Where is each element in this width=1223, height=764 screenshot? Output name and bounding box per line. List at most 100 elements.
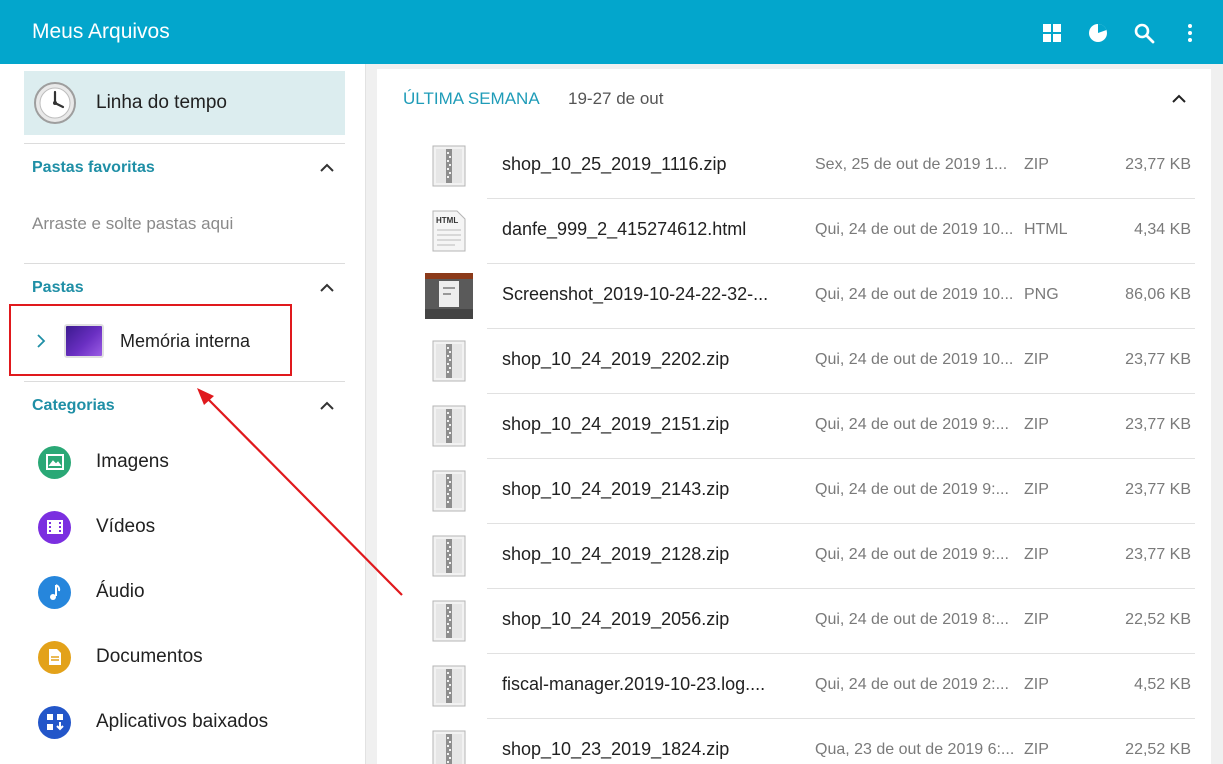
category-audio[interactable]: Áudio: [38, 574, 145, 610]
highlight-box: [9, 304, 292, 376]
favorites-header[interactable]: Pastas favoritas: [32, 153, 337, 183]
category-label: Vídeos: [96, 516, 156, 537]
file-name: shop_10_24_2019_2056.zip: [502, 609, 730, 629]
file-size: 22,52 KB: [1125, 741, 1191, 758]
file-size: 23,77 KB: [1125, 481, 1191, 498]
group-date-range: 19-27 de out: [568, 89, 664, 108]
file-date: Qui, 24 de out de 2019 8:...: [815, 611, 1009, 628]
file-size: 86,06 KB: [1125, 286, 1191, 303]
toolbar-actions: [1021, 18, 1205, 48]
file-name: Screenshot_2019-10-24-22-32-...: [502, 284, 769, 304]
app-bar: Meus Arquivos: [0, 0, 1223, 64]
file-date: Qui, 24 de out de 2019 9:...: [815, 481, 1009, 498]
divider: [24, 143, 345, 144]
chevron-up-icon[interactable]: [317, 278, 337, 298]
zip-file-icon: [431, 405, 467, 447]
images-icon: [38, 445, 71, 479]
file-row[interactable]: shop_10_25_2019_1116.zip Sex, 25 de out …: [425, 134, 1195, 199]
file-size: 23,77 KB: [1125, 546, 1191, 563]
main-content: ÚLTIMA SEMANA 19-27 de out shop_10_25_20…: [366, 64, 1223, 764]
chevron-up-icon[interactable]: [317, 396, 337, 416]
file-row[interactable]: shop_10_24_2019_2056.zip Qui, 24 de out …: [425, 589, 1195, 654]
categories-header[interactable]: Categorias: [32, 391, 337, 421]
file-name: shop_10_25_2019_1116.zip: [502, 154, 727, 174]
file-row[interactable]: HTML danfe_999_2_415274612.html Qui, 24 …: [425, 199, 1195, 264]
file-date: Qui, 24 de out de 2019 2:...: [815, 676, 1009, 693]
file-type: ZIP: [1024, 611, 1049, 628]
audio-icon: [38, 575, 71, 609]
category-label: Imagens: [96, 451, 169, 472]
file-size: 22,52 KB: [1125, 611, 1191, 628]
chevron-up-icon[interactable]: [317, 158, 337, 178]
sidebar: Linha do tempo Pastas favoritas Arraste …: [0, 64, 366, 764]
file-row[interactable]: shop_10_24_2019_2128.zip Qui, 24 de out …: [425, 524, 1195, 589]
svg-text:HTML: HTML: [436, 216, 458, 225]
search-icon[interactable]: [1129, 18, 1159, 48]
file-size: 23,77 KB: [1125, 156, 1191, 173]
zip-file-icon: [431, 600, 467, 642]
file-date: Sex, 25 de out de 2019 1...: [815, 156, 1008, 173]
zip-file-icon: [431, 535, 467, 577]
category-label: Aplicativos baixados: [96, 711, 269, 732]
divider: [24, 381, 345, 382]
image-thumbnail-icon: [425, 273, 473, 319]
file-name: danfe_999_2_415274612.html: [502, 219, 747, 239]
file-date: Qui, 24 de out de 2019 9:...: [815, 546, 1009, 563]
file-name: shop_10_24_2019_2128.zip: [502, 544, 730, 564]
downloaded-apps-icon: [38, 705, 71, 739]
favorites-title: Pastas favoritas: [32, 159, 155, 176]
category-label: Áudio: [96, 581, 145, 602]
file-name: fiscal-manager.2019-10-23.log....: [502, 674, 766, 694]
clock-icon: [33, 81, 77, 125]
html-file-icon: HTML: [431, 210, 467, 252]
grid-view-icon[interactable]: [1037, 18, 1067, 48]
file-row[interactable]: shop_10_23_2019_1824.zip Qua, 23 de out …: [425, 719, 1195, 764]
file-row[interactable]: Screenshot_2019-10-24-22-32-... Qui, 24 …: [425, 264, 1195, 329]
file-type: ZIP: [1024, 481, 1049, 498]
more-options-icon[interactable]: [1175, 18, 1205, 48]
chevron-up-icon[interactable]: [1169, 89, 1189, 109]
videos-icon: [38, 510, 71, 544]
file-name: shop_10_24_2019_2143.zip: [502, 479, 730, 499]
documents-icon: [38, 640, 71, 674]
file-row[interactable]: fiscal-manager.2019-10-23.log.... Qui, 2…: [425, 654, 1195, 719]
timeline-label: Linha do tempo: [96, 92, 227, 113]
category-downloaded-apps[interactable]: Aplicativos baixados: [38, 704, 268, 740]
file-name: shop_10_23_2019_1824.zip: [502, 739, 730, 759]
group-title: ÚLTIMA SEMANA: [403, 89, 540, 108]
file-date: Qua, 23 de out de 2019 6:...: [815, 741, 1015, 758]
file-row[interactable]: shop_10_24_2019_2151.zip Qui, 24 de out …: [425, 394, 1195, 459]
file-size: 4,34 KB: [1134, 221, 1191, 238]
divider: [24, 263, 345, 264]
file-date: Qui, 24 de out de 2019 10...: [815, 286, 1014, 303]
folders-header[interactable]: Pastas: [32, 273, 337, 303]
file-type: ZIP: [1024, 416, 1049, 433]
file-type: ZIP: [1024, 741, 1049, 758]
category-documents[interactable]: Documentos: [38, 639, 203, 675]
timeline-item[interactable]: Linha do tempo: [24, 71, 345, 135]
category-label: Documentos: [96, 646, 203, 667]
file-name: shop_10_24_2019_2151.zip: [502, 414, 730, 434]
categories-title: Categorias: [32, 397, 115, 414]
storage-analysis-icon[interactable]: [1083, 18, 1113, 48]
category-images[interactable]: Imagens: [38, 444, 169, 480]
zip-file-icon: [431, 665, 467, 707]
file-type: ZIP: [1024, 676, 1049, 693]
file-size: 23,77 KB: [1125, 351, 1191, 368]
file-type: ZIP: [1024, 546, 1049, 563]
category-videos[interactable]: Vídeos: [38, 509, 155, 545]
file-date: Qui, 24 de out de 2019 10...: [815, 351, 1014, 368]
zip-file-icon: [431, 340, 467, 382]
app-title: Meus Arquivos: [32, 20, 170, 43]
file-date: Qui, 24 de out de 2019 10...: [815, 221, 1014, 238]
zip-file-icon: [431, 730, 467, 764]
folders-title: Pastas: [32, 279, 84, 296]
file-type: HTML: [1024, 221, 1068, 238]
file-type: PNG: [1024, 286, 1059, 303]
file-row[interactable]: shop_10_24_2019_2202.zip Qui, 24 de out …: [425, 329, 1195, 394]
file-list-card: ÚLTIMA SEMANA 19-27 de out shop_10_25_20…: [377, 69, 1211, 764]
file-row[interactable]: shop_10_24_2019_2143.zip Qui, 24 de out …: [425, 459, 1195, 524]
file-name: shop_10_24_2019_2202.zip: [502, 349, 730, 369]
file-type: ZIP: [1024, 156, 1049, 173]
file-size: 23,77 KB: [1125, 416, 1191, 433]
